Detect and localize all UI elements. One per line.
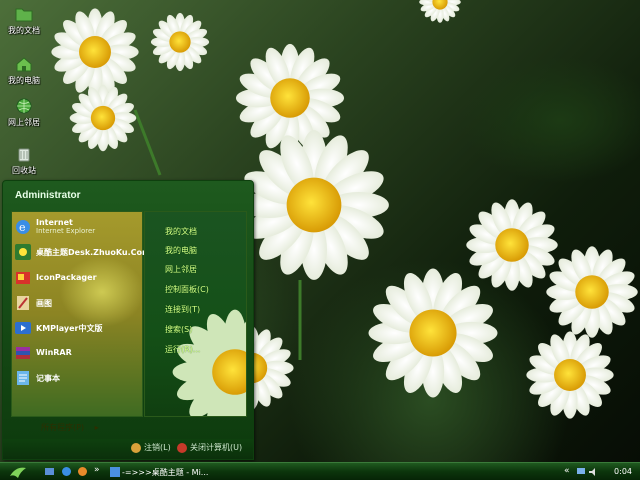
program-name: KMPlayer中文版: [36, 324, 103, 333]
program-name: 记事本: [36, 374, 60, 383]
program-name: 画图: [36, 299, 52, 308]
all-programs-button[interactable]: 所有程序(P) ▸: [41, 422, 99, 433]
system-tray: « 0:04: [560, 464, 640, 480]
svg-text:e: e: [19, 221, 26, 234]
program-name: 桌酷主题Desk.ZhuoKu.Com: [36, 248, 151, 257]
logoff-label: 注销(L): [144, 443, 171, 452]
place-run[interactable]: 运行(R)...: [165, 344, 200, 355]
place-my-documents[interactable]: 我的文档: [165, 226, 197, 237]
start-button[interactable]: [6, 464, 30, 480]
iconpackager-icon: [16, 272, 30, 284]
desktop-icon-label: 网上邻居: [8, 118, 40, 127]
folder-icon: [15, 8, 33, 22]
program-zhuoku-theme[interactable]: 桌酷主题Desk.ZhuoKu.Com: [14, 241, 150, 263]
arrow-right-icon: ▸: [94, 423, 99, 432]
desktop-icon-label: 回收站: [12, 166, 36, 175]
shutdown-label: 关闭计算机(U): [190, 443, 243, 452]
desktop-icon-label: 我的文档: [8, 26, 40, 35]
place-connect-to[interactable]: 连接到(T): [165, 304, 200, 315]
program-paint[interactable]: 画图: [14, 292, 142, 314]
program-name: IconPackager: [36, 273, 97, 282]
taskbar-item-theme-window[interactable]: -=>>>桌酷主题 - Mi...: [108, 464, 208, 480]
all-programs-label: 所有程序(P): [41, 423, 85, 432]
desktop-icon-my-computer[interactable]: 我的电脑: [2, 55, 46, 86]
start-menu-user-name: Administrator: [15, 190, 81, 201]
program-name: Internet: [36, 218, 73, 227]
ie-icon[interactable]: [61, 466, 72, 477]
show-desktop-icon[interactable]: [44, 466, 55, 477]
program-kmplayer[interactable]: KMPlayer中文版: [14, 317, 142, 339]
kmplayer-icon: [15, 322, 31, 334]
desktop-icon-recycle-bin[interactable]: 回收站: [2, 145, 46, 176]
computer-icon: [16, 57, 32, 72]
desktop-icon-my-documents[interactable]: 我的文档: [2, 5, 46, 36]
clock[interactable]: 0:04: [614, 467, 632, 476]
place-network[interactable]: 网上邻居: [165, 264, 197, 275]
key-icon: [131, 442, 141, 453]
network-tray-icon[interactable]: [576, 467, 586, 477]
logoff-button[interactable]: 注销(L): [131, 442, 171, 453]
place-control-panel[interactable]: 控制面板(C): [165, 284, 209, 295]
taskbar-item-title: -=>>>桌酷主题 - Mi...: [122, 468, 209, 477]
media-player-icon[interactable]: [77, 466, 88, 477]
program-name: WinRAR: [36, 348, 72, 357]
pinned-programs-panel: e Internet Internet Explorer 桌酷主题Desk.Zh…: [11, 211, 150, 417]
winrar-icon: [16, 347, 30, 359]
desktop-icon-label: 我的电脑: [8, 76, 40, 85]
volume-tray-icon[interactable]: [588, 467, 598, 477]
paint-icon: [17, 296, 29, 310]
program-iconpackager[interactable]: IconPackager: [14, 267, 142, 289]
place-my-computer[interactable]: 我的电脑: [165, 245, 197, 256]
place-search[interactable]: 搜索(S): [165, 324, 192, 335]
program-notepad[interactable]: 记事本: [14, 367, 142, 389]
notepad-icon: [17, 371, 29, 385]
start-menu: Administrator e Internet Internet Explor…: [2, 180, 254, 460]
start-logo-icon: [10, 467, 26, 478]
recycle-bin-icon: [18, 148, 30, 162]
theme-icon: [15, 244, 31, 260]
quick-launch-chevron-icon[interactable]: »: [94, 465, 100, 475]
desktop-icon-network[interactable]: 网上邻居: [2, 97, 46, 128]
program-subtitle: Internet Explorer: [36, 227, 96, 235]
places-panel: 我的文档 我的电脑 网上邻居 控制面板(C) 连接到(T) 搜索(S) 运行(R…: [144, 211, 247, 417]
tray-chevron-icon[interactable]: «: [564, 466, 570, 476]
power-icon: [177, 442, 187, 453]
program-internet-explorer[interactable]: e Internet Internet Explorer: [14, 216, 142, 238]
taskbar: » -=>>>桌酷主题 - Mi... « 0:04: [0, 462, 640, 480]
network-globe-icon: [16, 98, 32, 114]
window-app-icon: [110, 467, 120, 477]
ie-icon: e: [16, 220, 30, 234]
program-winrar[interactable]: WinRAR: [14, 342, 142, 364]
shutdown-button[interactable]: 关闭计算机(U): [177, 442, 242, 453]
start-menu-footer: 注销(L) 关闭计算机(U): [3, 439, 253, 459]
